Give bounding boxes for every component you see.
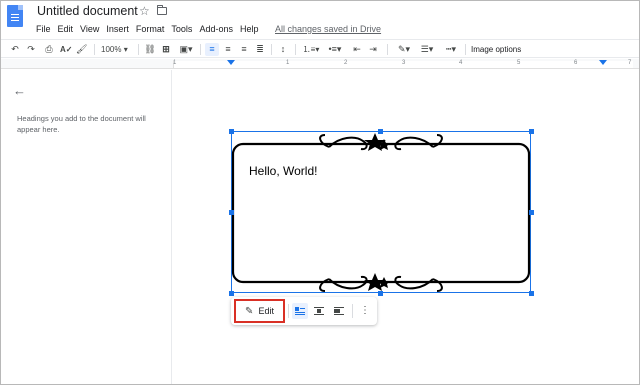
resize-handle-bottom-left[interactable] — [229, 291, 234, 296]
resize-handle-left[interactable] — [229, 210, 234, 215]
menu-edit[interactable]: Edit — [58, 22, 74, 36]
menu-tools[interactable]: Tools — [171, 22, 192, 36]
decrease-indent-icon[interactable]: ⇤ — [351, 43, 363, 56]
menu-bar: File Edit View Insert Format Tools Add-o… — [36, 22, 265, 36]
toolbar-divider — [295, 44, 296, 55]
align-left-icon[interactable]: ≡ — [205, 43, 219, 56]
horizontal-ruler: 1 1 2 3 4 5 6 7 — [1, 59, 639, 69]
menu-format[interactable]: Format — [136, 22, 165, 36]
drawing-text: Hello, World! — [249, 164, 318, 178]
document-outline-panel: ← Headings you add to the document will … — [1, 70, 172, 384]
toolbar-divider — [94, 44, 95, 55]
document-title[interactable]: Untitled document — [37, 4, 138, 18]
toolbar-divider — [387, 44, 388, 55]
back-arrow-icon[interactable]: ← — [13, 84, 26, 97]
edit-drawing-button[interactable]: ✎ Edit — [234, 299, 285, 323]
folder-icon[interactable] — [157, 5, 167, 15]
main-toolbar: ↶ ↷ ⎙ A✓ 🖌 100% ▾ ⛓ ⊞ ▣▾ ≡ ≡ ≡ ≣ ↕ ⒈≡▾ •… — [1, 39, 639, 58]
zoom-select[interactable]: 100% ▾ — [101, 43, 135, 56]
resize-handle-bottom-right[interactable] — [529, 291, 534, 296]
ornamental-frame-drawing[interactable] — [229, 129, 533, 295]
toolbar-divider — [352, 304, 353, 318]
border-color-icon[interactable]: ✎▾ — [394, 43, 414, 56]
toolbar-divider — [288, 304, 289, 318]
resize-handle-top[interactable] — [378, 129, 383, 134]
align-right-icon[interactable]: ≡ — [238, 43, 250, 56]
toolbar-divider — [138, 44, 139, 55]
border-weight-icon[interactable]: ☰▾ — [417, 43, 437, 56]
border-dash-icon[interactable]: ┅▾ — [440, 43, 462, 56]
align-justify-icon[interactable]: ≣ — [254, 43, 266, 56]
add-comment-icon[interactable]: ⊞ — [160, 43, 172, 56]
numbered-list-icon[interactable]: ⒈≡▾ — [301, 43, 321, 56]
ruler-number: 2 — [344, 60, 348, 66]
menu-view[interactable]: View — [80, 22, 99, 36]
outline-empty-message: Headings you add to the document will ap… — [17, 114, 146, 134]
wrap-text-icon[interactable] — [311, 303, 327, 319]
line-spacing-icon[interactable]: ↕ — [277, 43, 289, 56]
toolbar-divider — [465, 44, 466, 55]
ruler-number: 6 — [574, 60, 578, 66]
link-icon[interactable]: ⛓ — [144, 43, 156, 56]
align-center-icon[interactable]: ≡ — [222, 43, 234, 56]
ruler-number: 5 — [517, 60, 521, 66]
docs-logo-icon[interactable] — [7, 5, 23, 27]
ruler-number: 3 — [402, 60, 406, 66]
spellcheck-icon[interactable]: A✓ — [60, 43, 72, 56]
bulleted-list-icon[interactable]: •≡▾ — [325, 43, 345, 56]
image-options-button[interactable]: Image options — [471, 43, 521, 56]
undo-icon[interactable]: ↶ — [10, 43, 20, 56]
print-icon[interactable]: ⎙ — [43, 43, 55, 56]
menu-help[interactable]: Help — [240, 22, 259, 36]
increase-indent-icon[interactable]: ⇥ — [367, 43, 379, 56]
ruler-number: 1 — [173, 60, 177, 66]
toolbar-divider — [271, 44, 272, 55]
more-options-icon[interactable]: ⋮ — [359, 303, 371, 319]
resize-handle-top-left[interactable] — [229, 129, 234, 134]
star-icon[interactable]: ☆ — [139, 4, 150, 18]
edit-button-label: Edit — [258, 306, 274, 316]
resize-handle-right[interactable] — [529, 210, 534, 215]
ruler-number: 1 — [286, 60, 290, 66]
pencil-icon: ✎ — [245, 305, 254, 317]
left-indent-marker[interactable] — [227, 60, 235, 65]
save-status-link[interactable]: All changes saved in Drive — [275, 22, 381, 36]
zoom-value: 100% — [101, 45, 122, 54]
menu-file[interactable]: File — [36, 22, 51, 36]
redo-icon[interactable]: ↷ — [26, 43, 36, 56]
ruler-number: 7 — [628, 60, 632, 66]
resize-handle-bottom[interactable] — [378, 291, 383, 296]
insert-image-icon[interactable]: ▣▾ — [176, 43, 196, 56]
menu-addons[interactable]: Add-ons — [199, 22, 233, 36]
resize-handle-top-right[interactable] — [529, 129, 534, 134]
right-indent-marker[interactable] — [599, 60, 607, 65]
ruler-number: 4 — [459, 60, 463, 66]
menu-insert[interactable]: Insert — [106, 22, 129, 36]
toolbar-divider — [200, 44, 201, 55]
paint-format-icon[interactable]: 🖌 — [76, 43, 87, 56]
break-text-icon[interactable] — [331, 303, 347, 319]
inline-wrap-icon[interactable] — [292, 303, 308, 319]
